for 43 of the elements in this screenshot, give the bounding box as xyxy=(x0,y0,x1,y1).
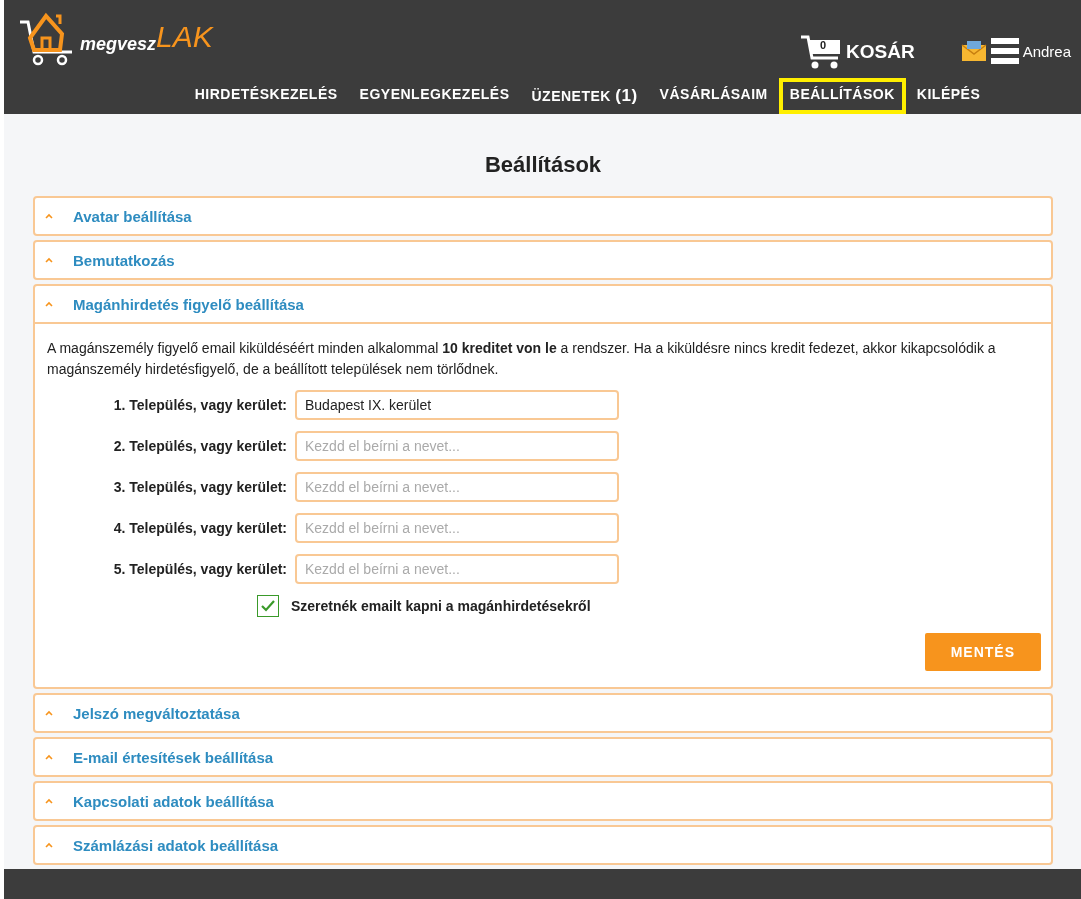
chevron-up-icon xyxy=(45,754,53,760)
checkmark-icon xyxy=(260,599,276,613)
accordion-header[interactable]: Bemutatkozás xyxy=(35,242,1051,278)
input-field[interactable]: Budapest IX. kerület xyxy=(295,390,619,420)
input-field[interactable]: Kezdd el beírni a nevet... xyxy=(295,554,619,584)
accordion-header[interactable]: Számlázási adatok beállítása xyxy=(35,827,1051,863)
nav-link[interactable]: KILÉPÉS xyxy=(905,78,992,114)
input-field[interactable]: Kezdd el beírni a nevet... xyxy=(295,472,619,502)
field-label: 5. Település, vagy kerület: xyxy=(112,561,287,577)
envelope-icon[interactable] xyxy=(960,40,987,62)
field-label: 4. Település, vagy kerület: xyxy=(112,520,287,536)
cart-link[interactable]: KOSÁR xyxy=(846,41,915,63)
logo-text[interactable]: megvesz xyxy=(80,34,157,55)
cart-count: 0 xyxy=(820,39,827,51)
accordion-header[interactable]: Kapcsolati adatok beállítása xyxy=(35,783,1051,819)
chevron-up-icon xyxy=(45,257,53,263)
nav-link[interactable]: EGYENLEGKEZELÉS xyxy=(348,78,521,114)
chevron-up-icon xyxy=(45,798,53,804)
chevron-up-icon xyxy=(45,213,53,219)
accordion-header[interactable]: Magánhirdetés figyelő beállítása xyxy=(35,286,1051,324)
checkbox-label[interactable]: Szeretnék emailt kapni a magánhirdetésekről xyxy=(291,598,591,614)
nav-link[interactable]: HIRDETÉSKEZELÉS xyxy=(183,78,349,114)
accordion-header[interactable]: E-mail értesítések beállítása xyxy=(35,739,1051,775)
input-field[interactable]: Kezdd el beírni a nevet... xyxy=(295,513,619,543)
accordion-header[interactable]: Avatar beállítása xyxy=(35,198,1051,234)
nav-link[interactable]: BEÁLLÍTÁSOK xyxy=(778,78,906,114)
cart-icon[interactable] xyxy=(800,34,842,70)
input-field[interactable]: Kezdd el beírni a nevet... xyxy=(295,431,619,461)
checkbox[interactable] xyxy=(257,595,279,617)
chevron-up-icon xyxy=(45,842,53,848)
accordion-header[interactable]: Jelszó megváltoztatása xyxy=(35,695,1051,731)
chevron-up-icon xyxy=(45,710,53,716)
user-name[interactable]: Andrea xyxy=(1022,42,1071,60)
menu-icon[interactable] xyxy=(990,36,1019,66)
field-label: 2. Település, vagy kerület: xyxy=(112,438,287,454)
field-label: 1. Település, vagy kerület: xyxy=(112,397,287,413)
chevron-up-icon xyxy=(45,301,53,307)
description-text: A magánszemély figyelő email kiküldéséért minden alkalommal 10 kreditet von le a rendszer. Ha a kiküldésre nincs kredit fedezet, akkor kikapcsolódik a magánszemély hirdetésfigyelő, de a beállított települések nem törlődnek. xyxy=(47,339,997,379)
nav-link[interactable]: VÁSÁRLÁSAIM xyxy=(648,78,779,114)
field-label: 3. Település, vagy kerület: xyxy=(112,479,287,495)
nav-link[interactable]: ÜZENETEK (1) xyxy=(520,78,649,114)
page-title: Beállítások xyxy=(483,152,603,178)
logo-text[interactable]: LAK xyxy=(156,20,213,54)
